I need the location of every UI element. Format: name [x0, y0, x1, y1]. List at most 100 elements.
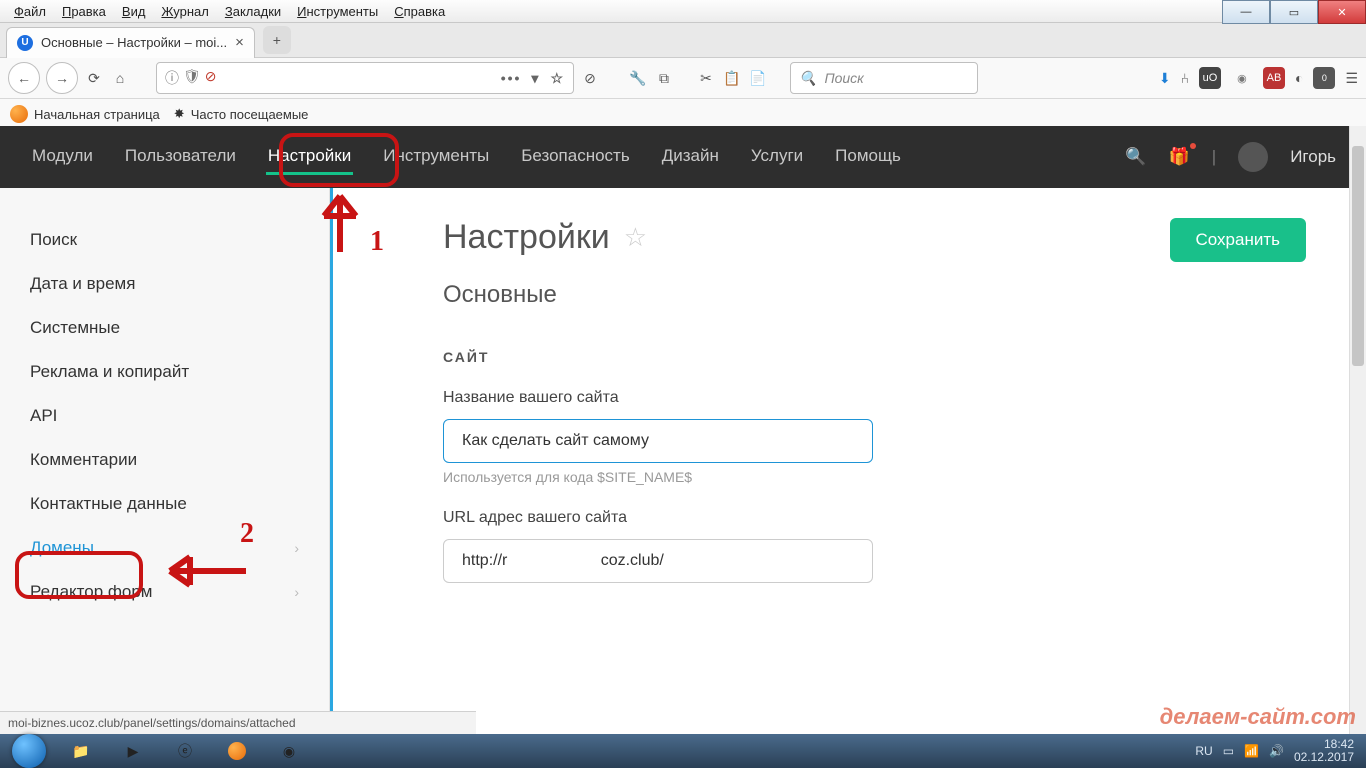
tray-network-icon[interactable]: 📶 [1244, 744, 1259, 758]
star-icon[interactable]: ☆ [550, 70, 565, 87]
task-wmp[interactable]: ▶ [108, 736, 158, 766]
menu-tools[interactable]: Инструменты [289, 4, 386, 19]
library-icon[interactable]: ⑃ [1181, 70, 1189, 86]
ghostery-icon[interactable]: ◉ [1231, 67, 1253, 89]
copy-icon[interactable]: 📋 [722, 68, 742, 88]
search-box[interactable]: 🔍 Поиск [790, 62, 978, 94]
tab-title: Основные – Настройки – moi... [41, 35, 227, 50]
minimize-button[interactable]: — [1222, 0, 1270, 24]
extensions-icon[interactable]: ◐ [1295, 70, 1303, 86]
tray-clock[interactable]: 18:42 02.12.2017 [1294, 738, 1354, 764]
topnav-item-5[interactable]: Дизайн [660, 140, 721, 175]
avatar[interactable] [1238, 142, 1268, 172]
topnav-item-1[interactable]: Пользователи [123, 140, 238, 175]
new-tab-button[interactable]: + [263, 26, 291, 54]
status-bar: moi-biznes.ucoz.club/panel/settings/doma… [0, 711, 476, 734]
tray-flag-icon[interactable]: ▭ [1223, 744, 1234, 758]
site-top-nav: Модули Пользователи Настройки Инструменты Бе… [0, 126, 1366, 188]
start-button[interactable] [4, 736, 54, 766]
tab-strip: U Основные – Настройки – moi... × + [0, 23, 1366, 58]
page-actions-icon[interactable]: ••• [501, 70, 522, 86]
menu-view[interactable]: Вид [114, 4, 154, 19]
sidebar-item-3[interactable]: Реклама и копирайт [0, 350, 329, 394]
back-button[interactable]: ← [8, 62, 40, 94]
field-url-input[interactable] [443, 539, 873, 583]
page-subtitle: Основные [443, 281, 1306, 309]
info-icon[interactable]: ⓘ [165, 68, 179, 88]
topnav-item-3[interactable]: Инструменты [381, 140, 491, 175]
field-url-label: URL адрес вашего сайта [443, 509, 1306, 527]
task-chrome[interactable]: ◉ [264, 736, 314, 766]
field-sitename-hint: Используется для кода $SITE_NAME$ [443, 469, 1306, 485]
topnav-item-0[interactable]: Модули [30, 140, 95, 175]
address-bar[interactable]: ⓘ 🛡 ⊘ ••• ▾ ☆ [156, 62, 574, 94]
maximize-button[interactable]: ▭ [1270, 0, 1318, 24]
menu-history[interactable]: Журнал [153, 4, 216, 19]
paste-icon[interactable]: 📄 [748, 68, 768, 88]
page-content: Модули Пользователи Настройки Инструменты Бе… [0, 126, 1366, 734]
settings-main: Сохранить Настройки ☆ Основные САЙТ Назв… [330, 188, 1366, 734]
downloads-icon[interactable]: ⬇ [1159, 70, 1171, 87]
tab-close-icon[interactable]: × [235, 34, 244, 51]
username[interactable]: Игорь [1290, 147, 1336, 167]
settings-sidebar: ПоискДата и времяСистемныеРеклама и копи… [0, 188, 330, 734]
page-scrollbar[interactable] [1349, 126, 1366, 734]
sidebar-item-2[interactable]: Системные [0, 306, 329, 350]
annotation-number-2: 2 [240, 518, 254, 550]
adblock-icon[interactable]: AB [1263, 67, 1285, 89]
sidebar-item-5[interactable]: Комментарии [0, 438, 329, 482]
window-controls: — ▭ ✕ [1222, 0, 1366, 22]
os-menubar[interactable]: Файл Правка Вид Журнал Закладки Инструме… [0, 0, 1366, 23]
tab-favicon: U [17, 35, 33, 51]
field-sitename-input[interactable] [443, 419, 873, 463]
tray-sound-icon[interactable]: 🔊 [1269, 744, 1284, 758]
noscript-icon[interactable]: ⊘ [580, 68, 600, 88]
dev-icon[interactable]: ⧉ [654, 68, 674, 88]
section-label: САЙТ [443, 349, 1306, 365]
topnav-item-6[interactable]: Услуги [749, 140, 805, 175]
task-explorer[interactable]: 📁 [56, 736, 106, 766]
shield-icon[interactable]: 🛡 [183, 68, 201, 88]
taskbar: 📁 ▶ ⓔ ◉ RU ▭ 📶 🔊 18:42 02.12.2017 [0, 734, 1366, 768]
ublock-icon[interactable]: uO [1199, 67, 1221, 89]
chevron-right-icon: › [294, 540, 299, 556]
topnav-item-4[interactable]: Безопасность [519, 140, 631, 175]
nav-gift-icon[interactable]: 🎁 [1169, 147, 1190, 167]
favorite-star-icon[interactable]: ☆ [624, 222, 647, 253]
menu-bookmarks[interactable]: Закладки [217, 4, 289, 19]
search-icon: 🔍 [799, 70, 816, 87]
close-button[interactable]: ✕ [1318, 0, 1366, 24]
firefox-icon [10, 105, 28, 123]
home-icon[interactable]: ⌂ [110, 68, 130, 88]
task-ie[interactable]: ⓔ [160, 736, 210, 766]
settings-wrench-icon[interactable]: 🔧 [628, 68, 648, 88]
topnav-item-7[interactable]: Помощь [833, 140, 903, 175]
bookmark-home[interactable]: Начальная страница [10, 105, 160, 123]
sidebar-item-1[interactable]: Дата и время [0, 262, 329, 306]
browser-tab[interactable]: U Основные – Настройки – moi... × [6, 27, 255, 58]
pocket-icon[interactable]: ▾ [531, 70, 540, 87]
sidebar-item-4[interactable]: API [0, 394, 329, 438]
sidebar-item-7[interactable]: Домены› [0, 526, 329, 570]
menu-file[interactable]: Файл [6, 4, 54, 19]
sidebar-item-6[interactable]: Контактные данные [0, 482, 329, 526]
sidebar-item-0[interactable]: Поиск [0, 218, 329, 262]
nav-toolbar: ← → ⟳ ⌂ ⓘ 🛡 ⊘ ••• ▾ ☆ ⊘ 🔧 ⧉ ✂ 📋 📄 🔍 [0, 58, 1366, 99]
menu-edit[interactable]: Правка [54, 4, 114, 19]
menu-hamburger-icon[interactable]: ☰ [1345, 70, 1358, 87]
reload-icon[interactable]: ⟳ [84, 68, 104, 88]
task-firefox[interactable] [212, 736, 262, 766]
save-button[interactable]: Сохранить [1170, 218, 1306, 262]
cut-icon[interactable]: ✂ [696, 68, 716, 88]
gear-icon: ✸ [174, 106, 185, 122]
nav-search-icon[interactable]: 🔍 [1125, 147, 1146, 167]
tray-lang[interactable]: RU [1195, 744, 1212, 758]
forward-button[interactable]: → [46, 62, 78, 94]
field-sitename-label: Название вашего сайта [443, 389, 1306, 407]
bookmark-most-visited[interactable]: ✸ Часто посещаемые [174, 106, 309, 122]
sidebar-item-8[interactable]: Редактор форм› [0, 570, 329, 614]
topnav-item-2[interactable]: Настройки [266, 140, 353, 175]
menu-help[interactable]: Справка [386, 4, 453, 19]
permissions-icon[interactable]: ⊘ [205, 68, 217, 88]
counter-badge[interactable]: 0 [1313, 67, 1335, 89]
